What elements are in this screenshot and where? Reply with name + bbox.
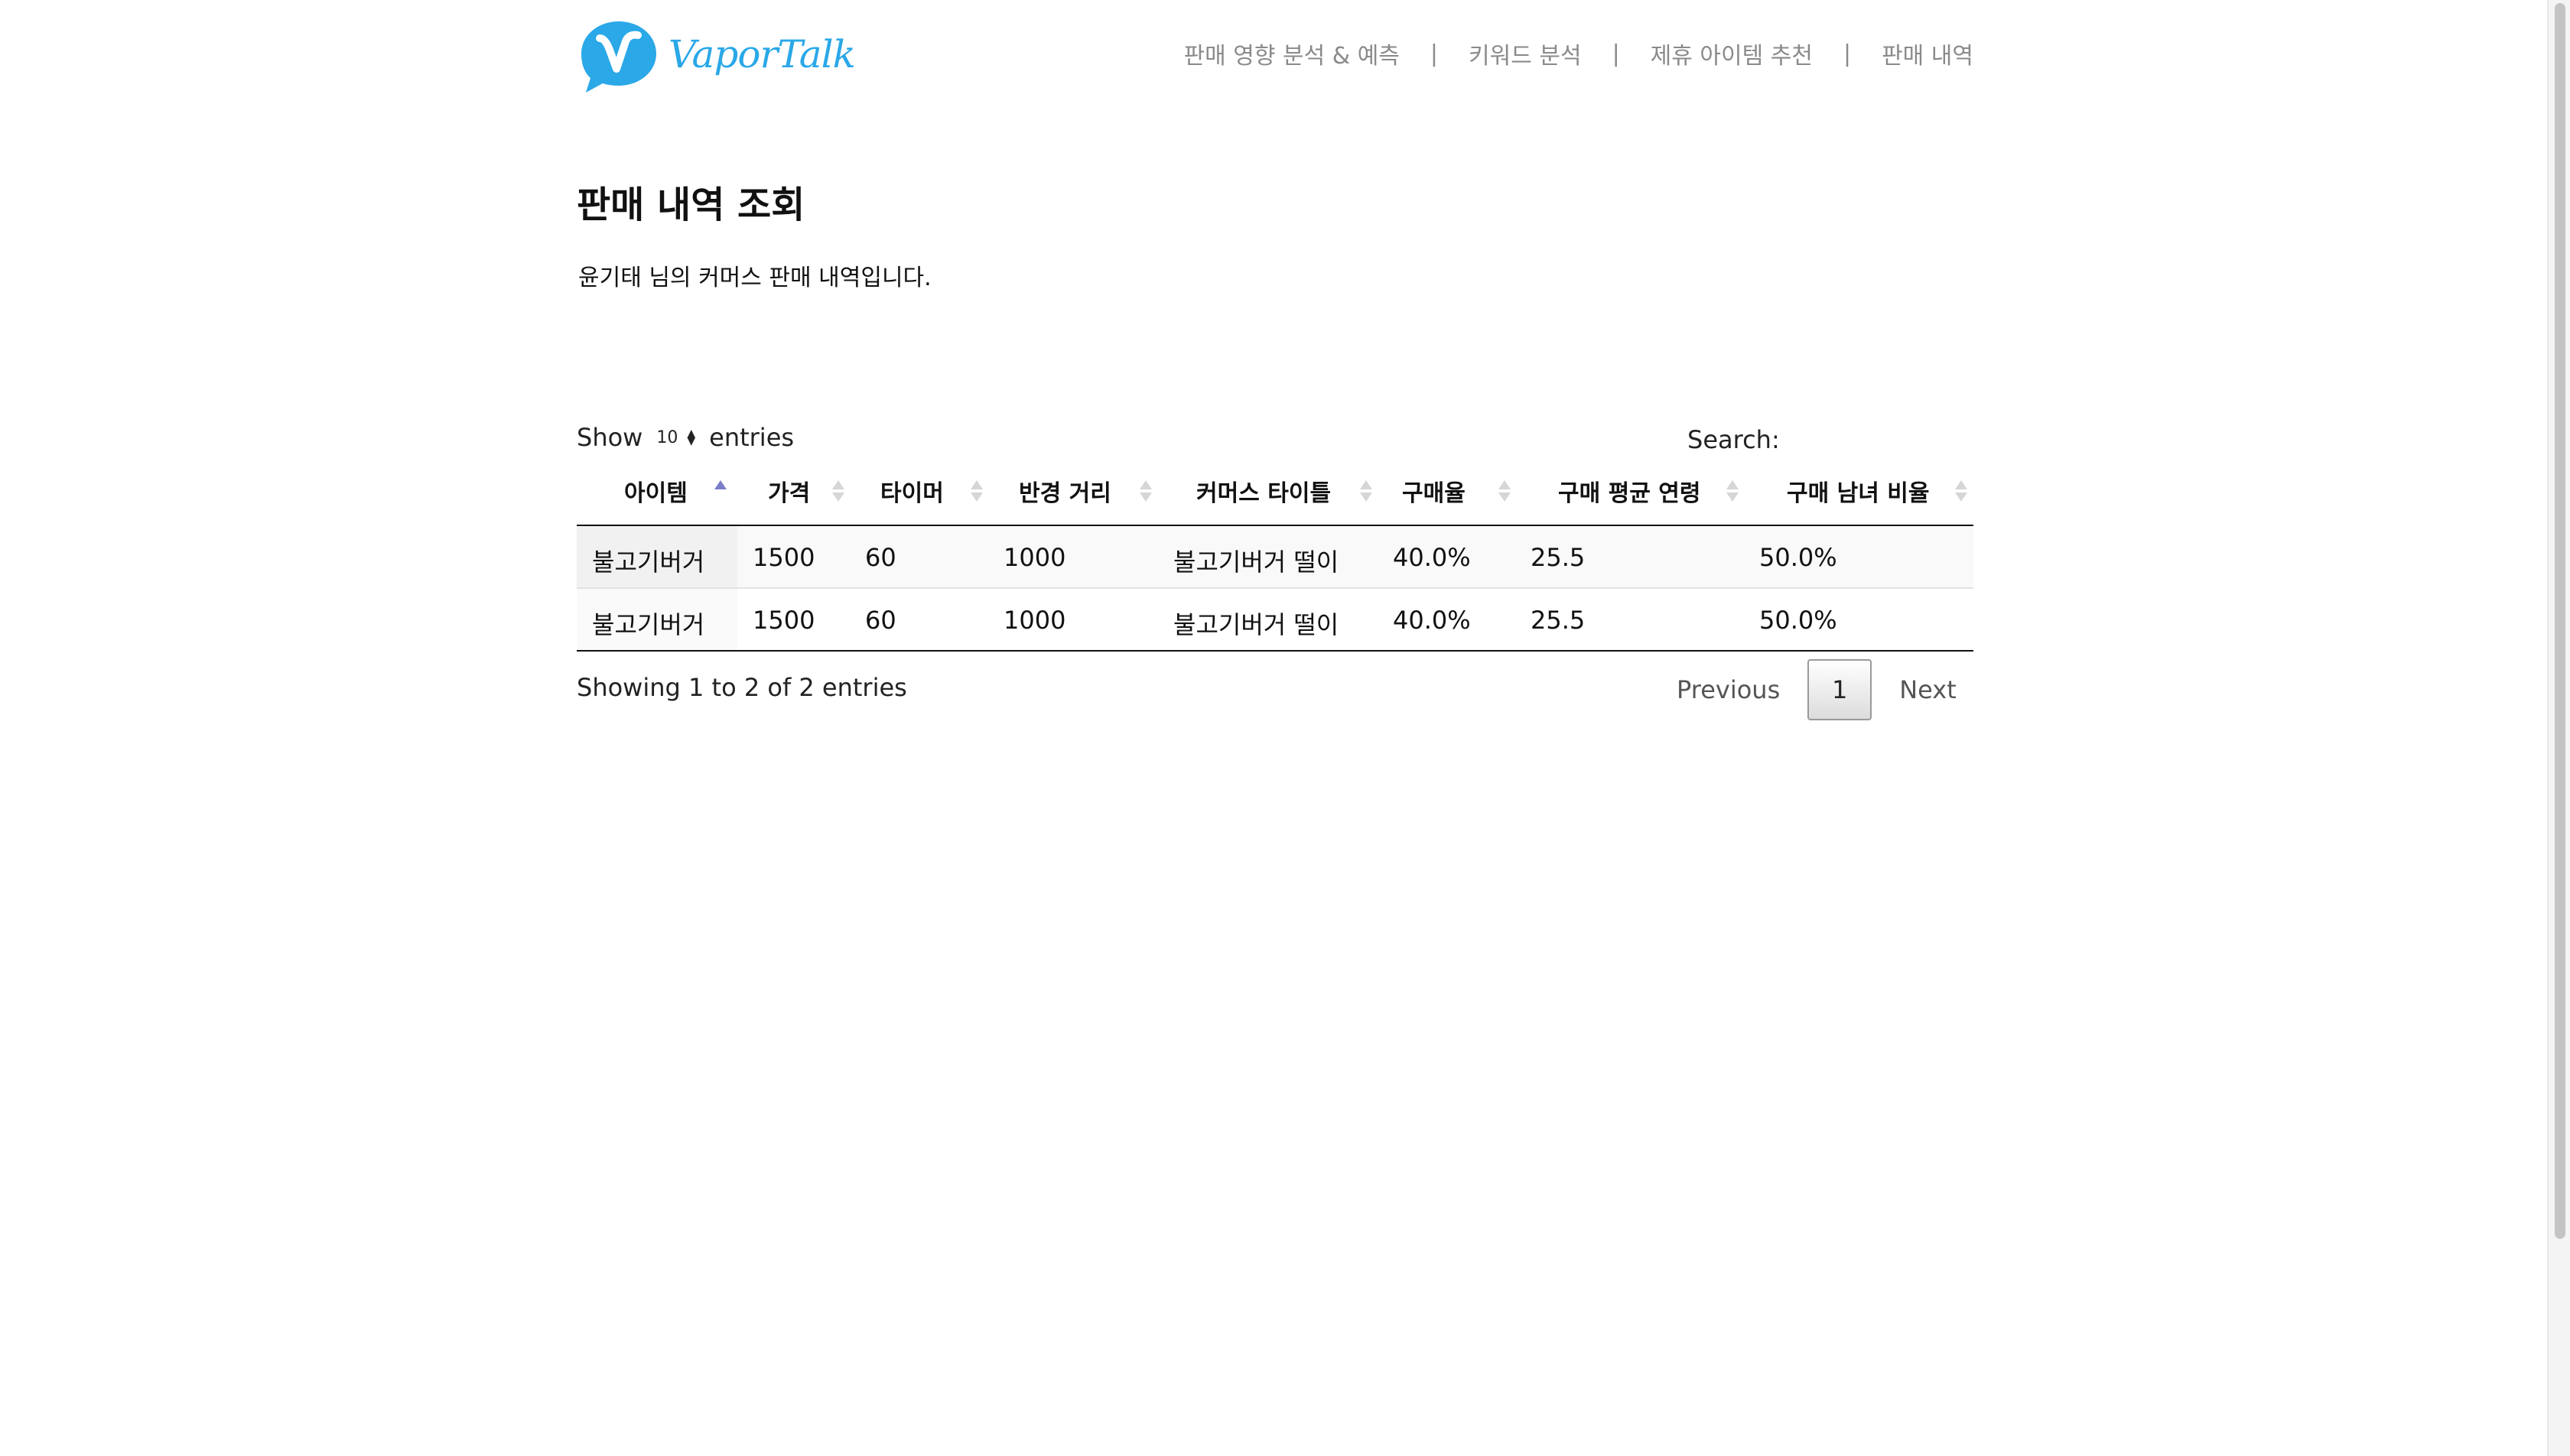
nav-separator: |	[1430, 40, 1439, 67]
nav-separator: |	[1843, 40, 1852, 67]
table-header-row: 아이템 가격 타이머 반경 거리 커머스 타이틀 구매율 구매 평균 연령 구매…	[577, 462, 1973, 526]
cell-price: 1500	[737, 587, 850, 652]
sort-icon	[1498, 477, 1511, 508]
search-label: Search:	[1687, 425, 1780, 454]
logo-wordmark: VaporTalk	[669, 32, 856, 76]
page: VaporTalk 판매 영향 분석 & 예측 | 키워드 분석 | 제휴 아이…	[0, 0, 2570, 1456]
sort-icon	[1955, 477, 1967, 508]
cell-average-age: 25.5	[1515, 525, 1744, 588]
cell-purchase-rate: 40.0%	[1378, 525, 1515, 588]
header: VaporTalk 판매 영향 분석 & 예측 | 키워드 분석 | 제휴 아이…	[577, 18, 1973, 95]
select-arrows-icon: ▲ ▼	[687, 427, 696, 447]
table-row: 불고기버거 1500 60 1000 불고기버거 떨이 40.0% 25.5 5…	[577, 587, 1973, 652]
vertical-scrollbar[interactable]	[2547, 0, 2570, 1456]
sort-icon	[971, 477, 983, 508]
search-control: Search:	[1687, 422, 2077, 457]
scrollbar-thumb[interactable]	[2555, 3, 2565, 1239]
column-label: 아이템	[624, 480, 688, 507]
column-label: 구매 평균 연령	[1558, 480, 1701, 507]
cell-radius: 1000	[988, 525, 1158, 588]
nav-link-sales-history[interactable]: 판매 내역	[1882, 37, 1973, 70]
column-header-average-age[interactable]: 구매 평균 연령	[1515, 462, 1744, 526]
entries-length-select[interactable]: 10 ▲ ▼	[653, 422, 701, 453]
entries-label: entries	[709, 423, 795, 452]
page-1-button[interactable]: 1	[1807, 659, 1872, 720]
column-header-commerce-title[interactable]: 커머스 타이틀	[1158, 462, 1378, 526]
cell-price: 1500	[737, 525, 850, 588]
column-header-radius[interactable]: 반경 거리	[988, 462, 1158, 526]
table-info: Showing 1 to 2 of 2 entries	[577, 673, 907, 702]
cell-gender-ratio: 50.0%	[1744, 587, 1973, 652]
table-row: 불고기버거 1500 60 1000 불고기버거 떨이 40.0% 25.5 5…	[577, 525, 1973, 588]
cell-radius: 1000	[988, 587, 1158, 652]
sort-icon	[832, 477, 844, 508]
sort-icon	[1360, 477, 1372, 508]
top-nav: 판매 영향 분석 & 예측 | 키워드 분석 | 제휴 아이템 추천 | 판매 …	[1184, 37, 1973, 70]
logo-icon	[581, 21, 656, 93]
cell-timer: 60	[850, 587, 988, 652]
column-label: 구매율	[1402, 480, 1466, 507]
cell-item: 불고기버거	[577, 587, 737, 652]
cell-commerce-title: 불고기버거 떨이	[1158, 525, 1378, 588]
logo[interactable]: VaporTalk	[577, 18, 856, 95]
nav-separator: |	[1612, 40, 1620, 67]
column-header-gender-ratio[interactable]: 구매 남녀 비율	[1744, 462, 1973, 526]
nav-link-partner-recommendation[interactable]: 제휴 아이템 추천	[1651, 37, 1813, 70]
column-header-price[interactable]: 가격	[737, 462, 850, 526]
column-label: 구매 남녀 비율	[1787, 480, 1930, 507]
sort-icon	[1140, 477, 1152, 508]
next-page-button[interactable]: Next	[1887, 675, 1969, 704]
cell-item: 불고기버거	[577, 525, 737, 588]
cell-purchase-rate: 40.0%	[1378, 587, 1515, 652]
sales-table: 아이템 가격 타이머 반경 거리 커머스 타이틀 구매율 구매 평균 연령 구매…	[577, 462, 1973, 652]
column-header-timer[interactable]: 타이머	[850, 462, 988, 526]
previous-page-button[interactable]: Previous	[1664, 675, 1792, 704]
search-input[interactable]	[1790, 422, 2077, 457]
column-header-purchase-rate[interactable]: 구매율	[1378, 462, 1515, 526]
pagination: Previous 1 Next	[1664, 659, 1969, 720]
cell-commerce-title: 불고기버거 떨이	[1158, 587, 1378, 652]
column-label: 가격	[768, 480, 811, 507]
cell-timer: 60	[850, 525, 988, 588]
entries-length-control: Show 10 ▲ ▼ entries	[577, 422, 794, 453]
cell-gender-ratio: 50.0%	[1744, 525, 1973, 588]
entries-length-value: 10	[656, 427, 678, 447]
sort-icon	[1726, 477, 1739, 508]
column-label: 타이머	[880, 480, 944, 507]
sales-table-wrapper: 아이템 가격 타이머 반경 거리 커머스 타이틀 구매율 구매 평균 연령 구매…	[577, 462, 1973, 652]
column-label: 커머스 타이틀	[1196, 480, 1332, 507]
sort-ascending-icon	[714, 477, 727, 508]
column-label: 반경 거리	[1019, 480, 1111, 507]
page-title: 판매 내역 조회	[577, 184, 805, 226]
show-label: Show	[577, 423, 643, 452]
column-header-item[interactable]: 아이템	[577, 462, 737, 526]
nav-link-sales-impact[interactable]: 판매 영향 분석 & 예측	[1184, 37, 1400, 70]
cell-average-age: 25.5	[1515, 587, 1744, 652]
page-subtitle: 윤기태 님의 커머스 판매 내역입니다.	[578, 265, 932, 291]
nav-link-keyword-analysis[interactable]: 키워드 분석	[1469, 37, 1582, 70]
